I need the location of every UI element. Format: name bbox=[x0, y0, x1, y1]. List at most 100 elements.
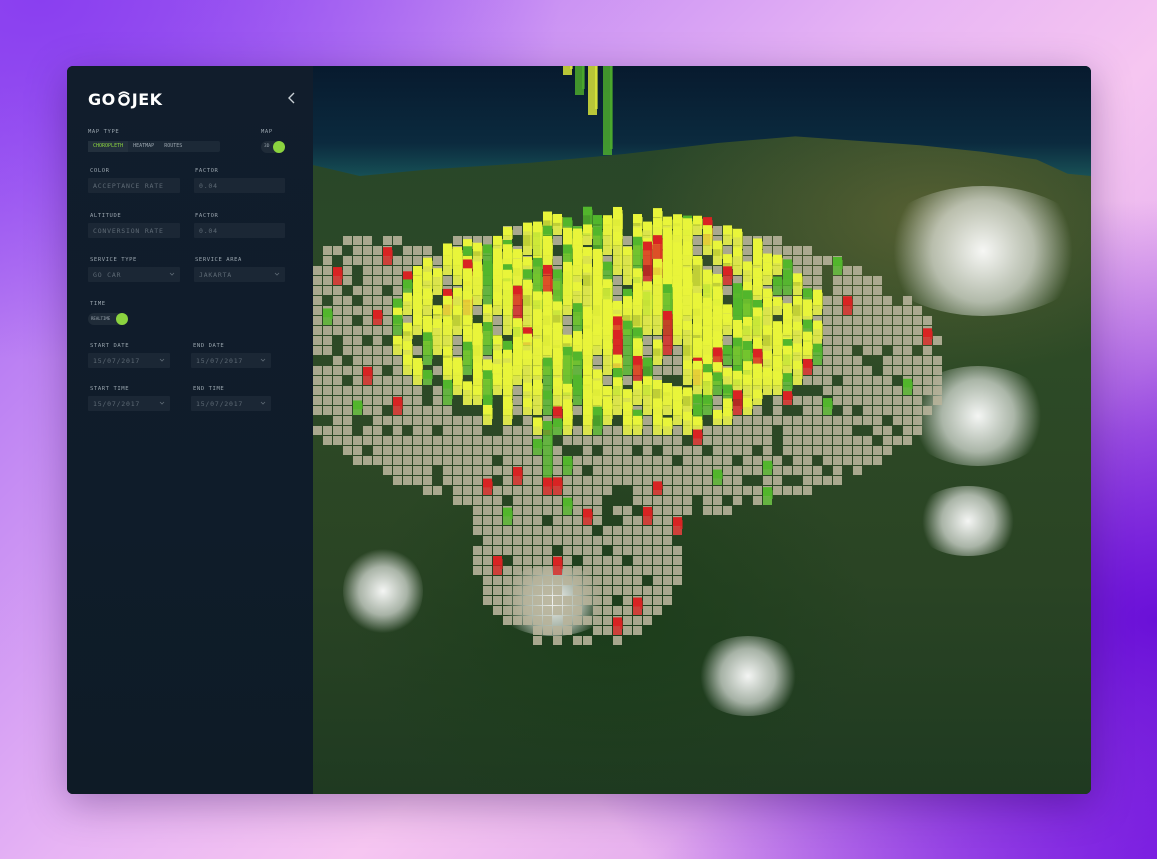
data-bar[interactable] bbox=[693, 255, 703, 295]
data-bar[interactable] bbox=[383, 247, 393, 265]
data-bar[interactable] bbox=[493, 292, 503, 315]
map-3d-toggle[interactable]: 3D bbox=[261, 141, 285, 153]
data-bar[interactable] bbox=[783, 345, 793, 375]
data-bar[interactable] bbox=[483, 265, 493, 305]
data-bar[interactable] bbox=[403, 279, 413, 295]
data-bar[interactable] bbox=[423, 369, 433, 385]
data-bar[interactable] bbox=[723, 313, 733, 335]
data-bar[interactable] bbox=[703, 225, 713, 255]
data-bar[interactable] bbox=[623, 246, 633, 285]
data-bar[interactable] bbox=[523, 279, 533, 335]
service-type-select[interactable]: GO CAR bbox=[88, 267, 180, 282]
data-bar[interactable] bbox=[443, 379, 453, 405]
data-bar[interactable] bbox=[693, 429, 703, 445]
data-bar[interactable] bbox=[603, 66, 613, 155]
data-bar[interactable] bbox=[463, 341, 473, 375]
data-bar[interactable] bbox=[653, 414, 663, 435]
data-bar[interactable] bbox=[773, 297, 783, 315]
data-bar[interactable] bbox=[563, 262, 573, 315]
data-bar[interactable] bbox=[453, 255, 463, 285]
data-bar[interactable] bbox=[753, 389, 763, 405]
data-bar[interactable] bbox=[593, 324, 603, 355]
data-bar[interactable] bbox=[583, 247, 593, 265]
data-bar[interactable] bbox=[363, 366, 373, 385]
data-bar[interactable] bbox=[723, 266, 733, 285]
data-bar[interactable] bbox=[833, 256, 843, 275]
data-bar[interactable] bbox=[533, 380, 543, 415]
data-bar[interactable] bbox=[813, 343, 823, 365]
data-bar[interactable] bbox=[773, 371, 783, 395]
data-bar[interactable] bbox=[663, 310, 673, 355]
data-bar[interactable] bbox=[433, 319, 443, 355]
data-bar[interactable] bbox=[503, 507, 513, 525]
data-bar[interactable] bbox=[393, 314, 403, 335]
data-bar[interactable] bbox=[743, 261, 753, 285]
data-bar[interactable] bbox=[713, 409, 723, 425]
data-bar[interactable] bbox=[483, 322, 493, 355]
data-bar[interactable] bbox=[613, 232, 623, 275]
data-bar[interactable] bbox=[783, 391, 793, 405]
data-bar[interactable] bbox=[623, 415, 633, 435]
data-bar[interactable] bbox=[533, 417, 543, 435]
data-bar[interactable] bbox=[583, 508, 593, 525]
data-bar[interactable] bbox=[693, 360, 703, 395]
data-bar[interactable] bbox=[683, 411, 693, 435]
data-bar[interactable] bbox=[553, 418, 563, 435]
start-time-picker[interactable]: 15/07/2017 bbox=[88, 396, 170, 411]
start-date-picker[interactable]: 15/07/2017 bbox=[88, 353, 170, 368]
data-bar[interactable] bbox=[793, 273, 803, 295]
data-bar[interactable] bbox=[673, 517, 683, 535]
data-bar[interactable] bbox=[563, 408, 573, 435]
data-bar[interactable] bbox=[563, 497, 573, 515]
data-bar[interactable] bbox=[583, 405, 593, 435]
data-bar[interactable] bbox=[503, 400, 513, 425]
data-bar[interactable] bbox=[763, 487, 773, 505]
data-bar[interactable] bbox=[593, 406, 603, 435]
data-bar[interactable] bbox=[723, 407, 733, 425]
data-bar[interactable] bbox=[763, 262, 773, 285]
data-bar[interactable] bbox=[353, 400, 363, 415]
data-bar[interactable] bbox=[683, 387, 693, 415]
data-bar[interactable] bbox=[423, 290, 433, 315]
data-bar[interactable] bbox=[823, 398, 833, 415]
data-bar[interactable] bbox=[723, 345, 733, 365]
data-bar[interactable] bbox=[663, 417, 673, 435]
data-bar[interactable] bbox=[653, 274, 663, 335]
data-bar[interactable] bbox=[493, 556, 503, 575]
data-bar[interactable] bbox=[403, 354, 413, 375]
data-bar[interactable] bbox=[323, 308, 333, 325]
map-type-option-routes[interactable]: ROUTES bbox=[159, 141, 187, 152]
data-bar[interactable] bbox=[633, 355, 643, 385]
data-bar[interactable] bbox=[453, 305, 463, 335]
data-bar[interactable] bbox=[763, 325, 773, 355]
data-bar[interactable] bbox=[573, 351, 583, 375]
data-bar[interactable] bbox=[423, 332, 433, 365]
data-bar[interactable] bbox=[523, 398, 533, 415]
data-bar[interactable] bbox=[713, 469, 723, 485]
data-bar[interactable] bbox=[703, 394, 713, 415]
data-bar[interactable] bbox=[923, 328, 933, 345]
data-bar[interactable] bbox=[523, 350, 533, 385]
end-date-picker[interactable]: 15/07/2017 bbox=[191, 353, 271, 368]
data-bar[interactable] bbox=[603, 215, 613, 255]
color-select[interactable]: ACCEPTANCE RATE bbox=[88, 178, 180, 193]
data-bar[interactable] bbox=[643, 506, 653, 525]
data-bar[interactable] bbox=[613, 377, 623, 415]
data-bar[interactable] bbox=[373, 309, 383, 325]
data-bar[interactable] bbox=[413, 361, 423, 385]
data-bar[interactable] bbox=[483, 404, 493, 425]
data-bar[interactable] bbox=[673, 401, 683, 425]
data-bar[interactable] bbox=[623, 320, 633, 375]
data-bar[interactable] bbox=[793, 295, 803, 325]
data-bar[interactable] bbox=[403, 292, 413, 315]
data-bar[interactable] bbox=[563, 66, 573, 75]
data-bar[interactable] bbox=[523, 222, 533, 255]
data-bar[interactable] bbox=[813, 295, 823, 315]
data-bar[interactable] bbox=[603, 400, 613, 425]
data-bar[interactable] bbox=[533, 438, 543, 455]
data-bar[interactable] bbox=[743, 398, 753, 415]
realtime-toggle[interactable]: REALTIME bbox=[88, 313, 128, 325]
data-bar[interactable] bbox=[473, 385, 483, 405]
data-bar[interactable] bbox=[543, 357, 553, 395]
data-bar[interactable] bbox=[393, 396, 403, 415]
